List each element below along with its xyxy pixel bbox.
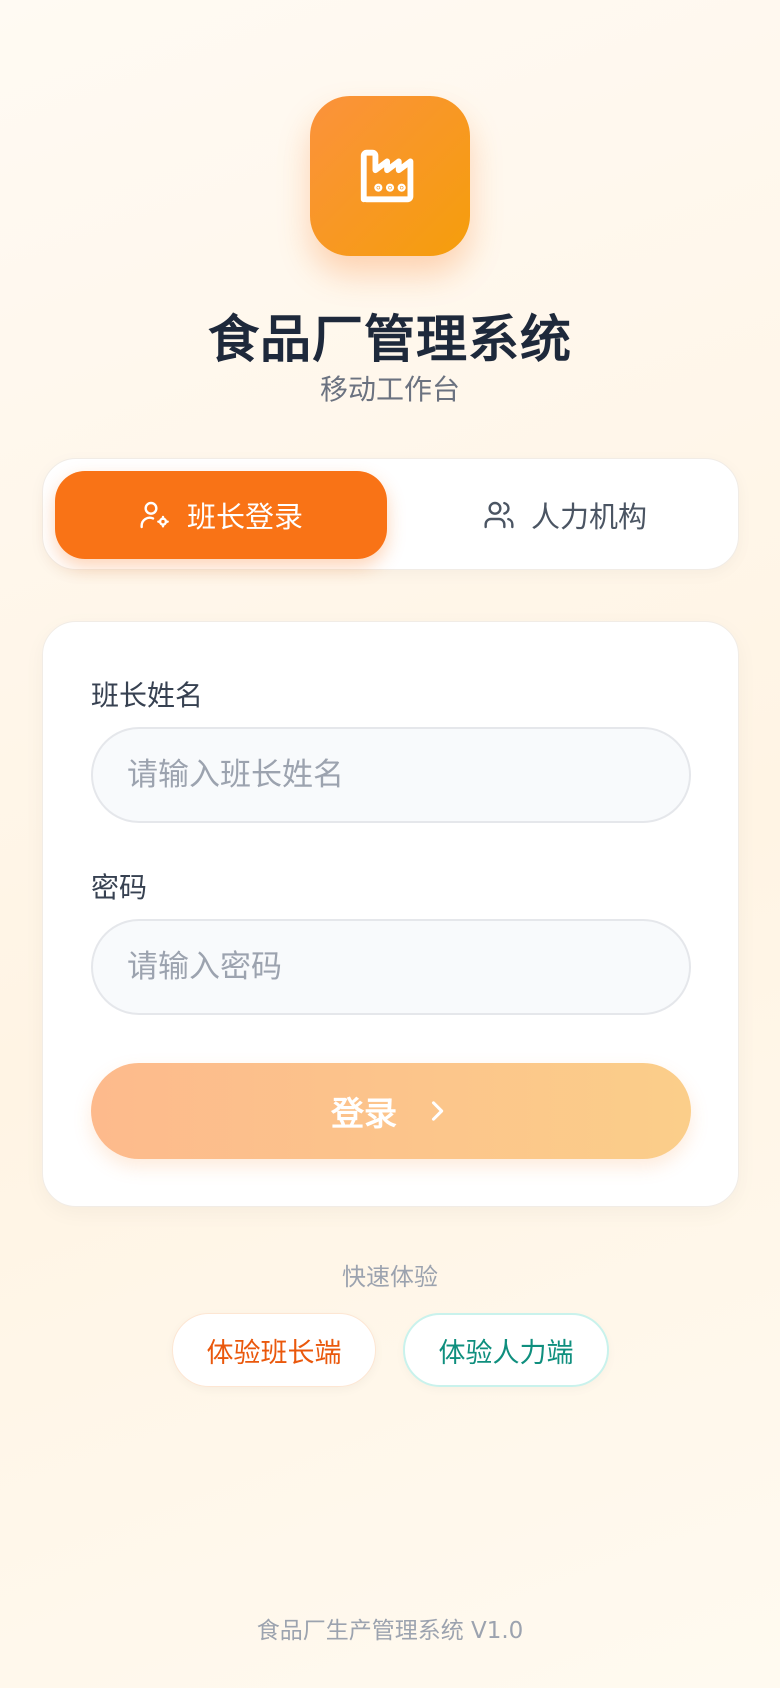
password-field-label: 密码	[91, 871, 148, 904]
role-switch: 班长登录 人力机构	[42, 458, 739, 570]
quick-experience-label: 快速体验	[342, 1263, 438, 1291]
users-icon	[484, 501, 514, 529]
tab-hr-agency-label: 人力机构	[530, 500, 647, 534]
user-gear-icon	[140, 501, 169, 529]
tab-hr-agency[interactable]: 人力机构	[399, 471, 731, 559]
login-form-card: 班长姓名 密码 登录	[42, 621, 739, 1207]
chevron-right-icon	[431, 1101, 444, 1121]
footer-version: 食品厂生产管理系统 V1.0	[256, 1618, 524, 1644]
name-field-label: 班长姓名	[91, 679, 204, 712]
app-subtitle: 移动工作台	[319, 373, 460, 406]
login-button-label: 登录	[331, 1094, 397, 1133]
leader-name-input[interactable]	[91, 727, 691, 823]
try-hr-button[interactable]: 体验人力端	[403, 1313, 609, 1387]
tab-leader-login-label: 班长登录	[186, 500, 303, 534]
factory-icon	[360, 149, 414, 203]
login-button[interactable]: 登录	[91, 1063, 691, 1159]
password-input[interactable]	[91, 919, 691, 1015]
app-title: 食品厂管理系统	[207, 311, 572, 370]
app-logo	[310, 96, 470, 256]
try-leader-button[interactable]: 体验班长端	[172, 1313, 376, 1387]
tab-leader-login[interactable]: 班长登录	[55, 471, 387, 559]
